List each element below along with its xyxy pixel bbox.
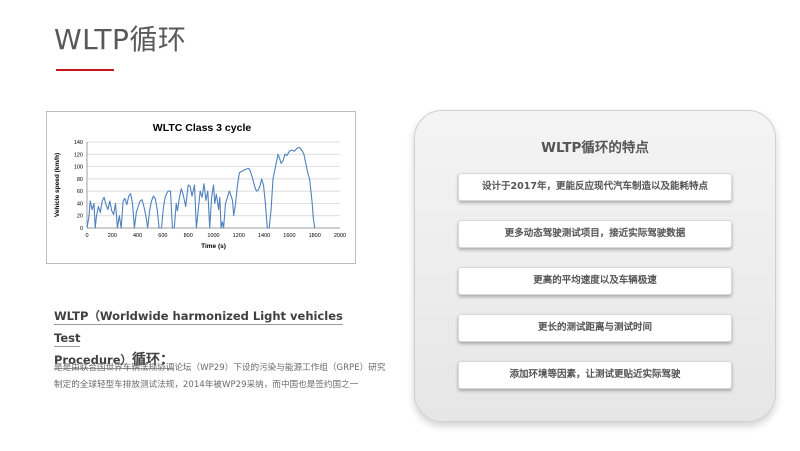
chart-x-tick-label: 600: [158, 233, 167, 239]
feature-item-2: 更多动态驾驶测试项目，接近实际驾驶数据: [458, 220, 732, 248]
chart-x-tick-label: 800: [184, 233, 193, 239]
features-panel: WLTP循环的特点 设计于2017年，更能反应现代汽车制造以及能耗特点 更多动态…: [414, 110, 776, 422]
chart-title: WLTC Class 3 cycle: [153, 122, 252, 134]
feature-item-4: 更长的测试距离与测试时间: [458, 314, 732, 342]
chart-x-tick-label: 1400: [258, 233, 270, 239]
definition-body: 是是由联合国世界车辆法规协调论坛（WP29）下设的污染与能源工作组（GRPE）研…: [54, 363, 386, 390]
page-title: WLTP循环: [54, 23, 187, 56]
chart-y-tick-label: 20: [77, 214, 83, 220]
chart-y-tick-label: 80: [77, 177, 83, 183]
chart-y-axis-label: Vehicle speed (km/h): [54, 153, 61, 217]
features-title: WLTP循环的特点: [541, 140, 649, 156]
title-underline: [56, 69, 114, 71]
chart-x-tick-label: 1600: [283, 233, 295, 239]
chart-x-tick-label: 1000: [207, 233, 219, 239]
chart-x-tick-label: 2000: [334, 233, 346, 239]
chart-y-tick-label: 140: [74, 140, 83, 146]
chart-y-tick-label: 120: [74, 152, 83, 158]
feature-item-5: 添加环境等因素，让测试更贴近实际驾驶: [458, 361, 732, 389]
wltc-chart: WLTC Class 3 cycle Vehicle speed (km/h) …: [46, 111, 356, 264]
feature-item-3: 更高的平均速度以及车辆极速: [458, 267, 732, 295]
chart-x-tick-label: 200: [108, 233, 117, 239]
wltc-chart-svg: WLTC Class 3 cycle Vehicle speed (km/h) …: [54, 122, 346, 250]
chart-y-tick-label: 60: [77, 189, 83, 195]
chart-y-tick-label: 100: [74, 165, 83, 171]
chart-x-tick-label: 1800: [309, 233, 321, 239]
chart-x-axis-label: Time (s): [201, 243, 226, 250]
chart-x-tick-label: 1200: [233, 233, 245, 239]
chart-x-tick-label: 400: [133, 233, 142, 239]
chart-y-tick-label: 40: [77, 201, 83, 207]
chart-x-tick-label: 0: [85, 233, 88, 239]
definition-heading-line1: WLTP（Worldwide harmonized Light vehicles…: [54, 309, 343, 347]
feature-item-1: 设计于2017年，更能反应现代汽车制造以及能耗特点: [458, 173, 732, 201]
chart-y-tick-label: 0: [80, 226, 83, 232]
